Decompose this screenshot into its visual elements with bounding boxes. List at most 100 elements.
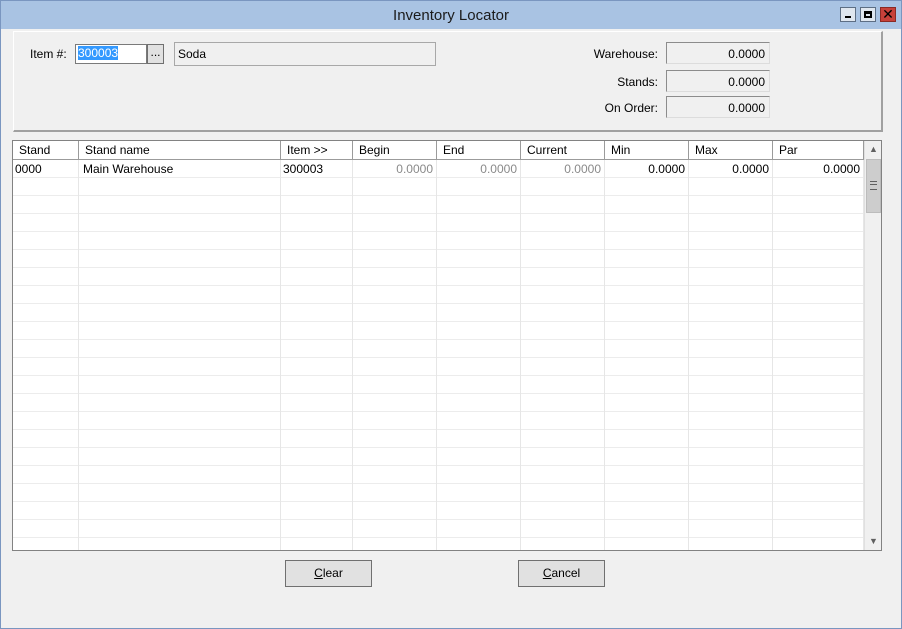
empty-cell — [79, 232, 281, 250]
empty-cell — [281, 520, 353, 538]
item-number-value: 300003 — [78, 46, 119, 60]
empty-cell — [437, 214, 521, 232]
title-bar[interactable]: Inventory Locator ✕ — [1, 1, 901, 29]
empty-cell — [437, 322, 521, 340]
stands-label: Stands: — [617, 75, 658, 89]
empty-cell — [605, 412, 689, 430]
column-header-min[interactable]: Min — [605, 141, 689, 160]
empty-table-row — [13, 340, 864, 358]
clear-button[interactable]: Clear — [285, 560, 372, 587]
item-number-input[interactable]: 300003 — [75, 44, 147, 64]
empty-table-row — [13, 412, 864, 430]
empty-cell — [353, 304, 437, 322]
empty-cell — [13, 340, 79, 358]
warehouse-label: Warehouse: — [593, 47, 658, 61]
scroll-down-icon[interactable]: ▼ — [865, 533, 881, 550]
empty-cell — [605, 232, 689, 250]
empty-cell — [353, 502, 437, 520]
empty-cell — [281, 448, 353, 466]
item-number-label: Item #: — [30, 47, 67, 61]
empty-cell — [79, 520, 281, 538]
close-icon[interactable]: ✕ — [880, 6, 896, 22]
empty-cell — [773, 412, 864, 430]
minimize-icon[interactable] — [840, 7, 856, 22]
empty-cell — [605, 538, 689, 550]
column-header-item[interactable]: Item >> — [281, 141, 353, 160]
empty-cell — [605, 196, 689, 214]
cancel-button[interactable]: Cancel — [518, 560, 605, 587]
empty-cell — [689, 376, 773, 394]
column-header-end[interactable]: End — [437, 141, 521, 160]
empty-cell — [13, 322, 79, 340]
grid-header-row: Stand Stand name Item >> Begin End Curre… — [13, 141, 864, 160]
empty-cell — [13, 394, 79, 412]
empty-cell — [79, 394, 281, 412]
empty-cell — [689, 322, 773, 340]
column-header-stand[interactable]: Stand — [13, 141, 79, 160]
empty-cell — [521, 232, 605, 250]
empty-cell — [437, 538, 521, 550]
empty-cell — [605, 322, 689, 340]
maximize-icon[interactable] — [860, 7, 876, 22]
empty-cell — [437, 466, 521, 484]
empty-table-row — [13, 358, 864, 376]
empty-cell — [353, 448, 437, 466]
empty-cell — [437, 304, 521, 322]
empty-cell — [773, 394, 864, 412]
empty-cell — [79, 376, 281, 394]
empty-cell — [79, 358, 281, 376]
empty-cell — [437, 394, 521, 412]
empty-cell — [79, 466, 281, 484]
empty-cell — [13, 304, 79, 322]
empty-cell — [437, 502, 521, 520]
empty-cell — [79, 448, 281, 466]
empty-cell — [281, 286, 353, 304]
empty-table-row — [13, 232, 864, 250]
scroll-up-icon[interactable]: ▲ — [865, 141, 881, 158]
empty-cell — [79, 196, 281, 214]
cell-par: 0.0000 — [773, 160, 864, 178]
column-header-par[interactable]: Par — [773, 141, 864, 160]
grid-vertical-scrollbar[interactable]: ▲ ▼ — [864, 141, 881, 550]
empty-cell — [689, 502, 773, 520]
cell-end: 0.0000 — [437, 160, 521, 178]
column-header-stand-name[interactable]: Stand name — [79, 141, 281, 160]
empty-cell — [689, 430, 773, 448]
on-order-value: 0.0000 — [666, 96, 770, 118]
empty-cell — [281, 484, 353, 502]
scroll-thumb[interactable] — [866, 159, 881, 213]
empty-cell — [13, 286, 79, 304]
empty-cell — [13, 502, 79, 520]
empty-table-row — [13, 520, 864, 538]
empty-cell — [605, 376, 689, 394]
empty-cell — [13, 178, 79, 196]
warehouse-value: 0.0000 — [666, 42, 770, 64]
empty-table-row — [13, 538, 864, 550]
empty-cell — [281, 466, 353, 484]
empty-cell — [353, 358, 437, 376]
empty-cell — [281, 232, 353, 250]
empty-cell — [689, 304, 773, 322]
empty-cell — [773, 502, 864, 520]
empty-table-row — [13, 502, 864, 520]
empty-cell — [353, 412, 437, 430]
column-header-max[interactable]: Max — [689, 141, 773, 160]
empty-cell — [773, 286, 864, 304]
empty-cell — [773, 376, 864, 394]
empty-cell — [773, 448, 864, 466]
empty-cell — [79, 484, 281, 502]
empty-cell — [773, 250, 864, 268]
empty-cell — [605, 484, 689, 502]
empty-cell — [773, 520, 864, 538]
empty-cell — [353, 520, 437, 538]
empty-cell — [689, 520, 773, 538]
cell-stand-name: Main Warehouse — [79, 160, 281, 178]
empty-cell — [521, 196, 605, 214]
empty-cell — [605, 340, 689, 358]
stand-inventory-grid[interactable]: Stand Stand name Item >> Begin End Curre… — [12, 140, 882, 551]
item-browse-button[interactable]: ... — [147, 44, 164, 64]
empty-cell — [437, 178, 521, 196]
column-header-begin[interactable]: Begin — [353, 141, 437, 160]
table-row[interactable]: 0000 Main Warehouse 300003 0.0000 0.0000… — [13, 160, 864, 178]
column-header-current[interactable]: Current — [521, 141, 605, 160]
